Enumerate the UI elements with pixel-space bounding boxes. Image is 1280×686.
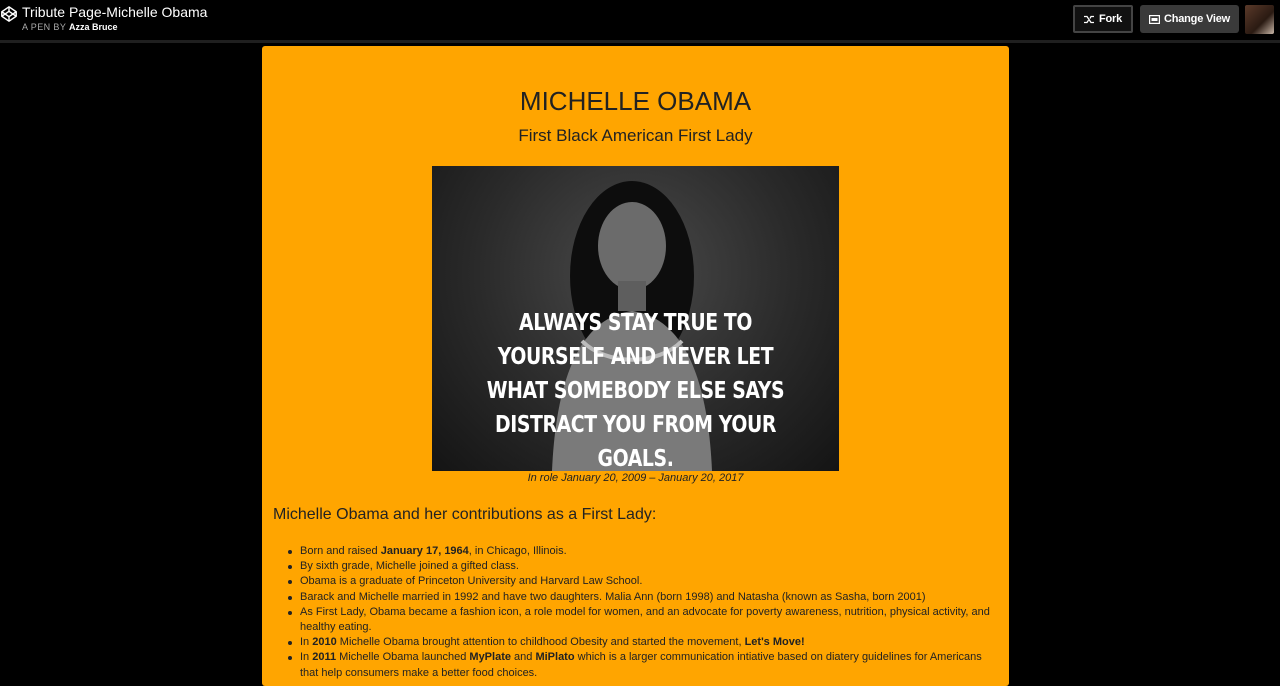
change-view-label: Change View bbox=[1163, 13, 1231, 25]
change-view-button[interactable]: Change View bbox=[1140, 5, 1239, 33]
pen-title: Tribute Page-Michelle Obama bbox=[22, 4, 208, 20]
quote-line: YOURSELF AND NEVER LET bbox=[497, 344, 774, 370]
list-item: In 2011 Michelle Obama launched MyPlate … bbox=[288, 650, 1000, 680]
fork-label: Fork bbox=[1098, 13, 1123, 25]
pen-byline: A PEN BY Azza Bruce bbox=[22, 22, 117, 33]
list-item: As First Lady, Obama became a fashion ic… bbox=[288, 605, 1000, 635]
top-bar: Tribute Page-Michelle Obama A PEN BY Azz… bbox=[0, 0, 1280, 43]
codepen-logo-icon[interactable] bbox=[0, 5, 18, 23]
tribute-panel: MICHELLE OBAMA First Black American Firs… bbox=[262, 46, 1009, 686]
quote-line: DISTRACT YOU FROM YOUR GOALS. bbox=[494, 412, 777, 471]
byline-prefix: A PEN BY bbox=[22, 22, 67, 32]
fork-button[interactable]: Fork bbox=[1073, 5, 1133, 33]
tribute-image: ALWAYS STAY TRUE TO YOURSELF AND NEVER L… bbox=[432, 166, 839, 471]
section-heading: Michelle Obama and her contributions as … bbox=[273, 506, 657, 523]
list-item: By sixth grade, Michelle joined a gifted… bbox=[288, 559, 1000, 574]
quote-line: ALWAYS STAY TRUE TO bbox=[519, 310, 752, 336]
fork-icon bbox=[1083, 15, 1094, 23]
avatar[interactable] bbox=[1245, 5, 1274, 34]
facts-list: Born and raised January 17, 1964, in Chi… bbox=[288, 544, 1000, 681]
quote-text: ALWAYS STAY TRUE TO YOURSELF AND NEVER L… bbox=[469, 306, 803, 471]
list-item: Born and raised January 17, 1964, in Chi… bbox=[288, 544, 1000, 559]
author-link[interactable]: Azza Bruce bbox=[69, 22, 118, 32]
list-item: Barack and Michelle married in 1992 and … bbox=[288, 590, 1000, 605]
page-subtitle: First Black American First Lady bbox=[518, 126, 753, 145]
image-caption: In role January 20, 2009 – January 20, 2… bbox=[527, 472, 744, 484]
list-item: Obama is a graduate of Princeton Univers… bbox=[288, 574, 1000, 589]
quote-line: WHAT SOMEBODY ELSE SAYS bbox=[486, 378, 785, 404]
page-title: MICHELLE OBAMA bbox=[519, 86, 752, 116]
layout-icon bbox=[1148, 14, 1160, 24]
list-item: In 2010 Michelle Obama brought attention… bbox=[288, 635, 1000, 650]
